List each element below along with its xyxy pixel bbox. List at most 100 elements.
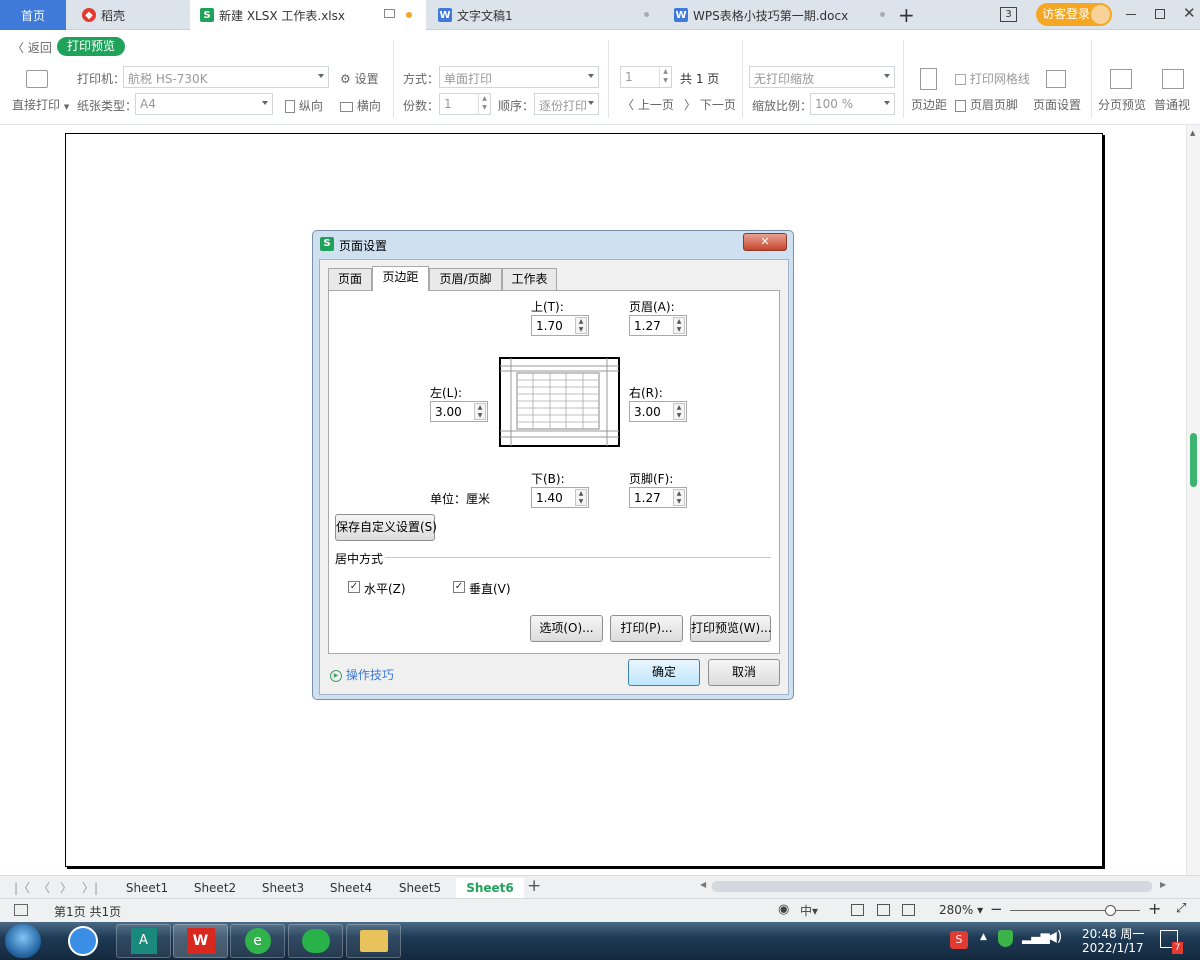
clock-date[interactable]: 2022/1/17: [1082, 941, 1144, 955]
ime-sogou-icon[interactable]: S: [950, 931, 968, 949]
print-preview-button[interactable]: 打印预览(W)...: [690, 615, 772, 642]
browser-app-icon[interactable]: [68, 926, 98, 956]
page-break-icon[interactable]: [1110, 69, 1132, 89]
page-break-preview-button[interactable]: 分页预览: [1098, 96, 1146, 113]
vertical-checkbox[interactable]: ✓: [453, 581, 465, 593]
sheet-tab[interactable]: Sheet5: [387, 878, 453, 898]
stepper-arrows-icon[interactable]: ▲ ▼: [659, 67, 671, 87]
tab-writer-doc[interactable]: W 文字文稿1: [430, 0, 662, 30]
left-margin-input[interactable]: 3.00 ▲ ▼: [430, 401, 488, 422]
zoom-percent[interactable]: 280% ▾: [939, 903, 983, 917]
close-icon[interactable]: ✕: [1183, 4, 1196, 22]
first-sheet-icon[interactable]: |〈: [14, 879, 30, 896]
copies-stepper[interactable]: 1 ▲ ▼: [439, 93, 491, 115]
portrait-button[interactable]: 纵向: [285, 97, 323, 114]
printer-icon[interactable]: [26, 70, 48, 88]
stepper-arrows-icon[interactable]: ▲ ▼: [575, 489, 587, 506]
page-layout-icon[interactable]: [877, 904, 890, 916]
next-page-button[interactable]: 〉 下一页: [684, 96, 736, 113]
status-icon[interactable]: [14, 904, 28, 916]
zoom-in-icon[interactable]: +: [1148, 899, 1161, 918]
window-count-badge[interactable]: 3: [1000, 7, 1017, 22]
back-button[interactable]: 〈 返回: [12, 39, 52, 56]
restore-icon[interactable]: [1155, 9, 1165, 19]
sheet-tab[interactable]: Sheet1: [114, 878, 180, 898]
horizontal-scrollbar[interactable]: [712, 881, 1152, 892]
page-setup-button[interactable]: 页面设置: [1033, 96, 1081, 113]
taskbar-app-autocad[interactable]: A: [116, 924, 171, 958]
tab-margins[interactable]: 页边距: [372, 266, 429, 291]
margins-icon[interactable]: [920, 68, 937, 90]
stepper-arrows-icon[interactable]: ▲ ▼: [673, 489, 685, 506]
zoom-slider[interactable]: [1010, 905, 1140, 916]
save-custom-button[interactable]: 保存自定义设置(S): [335, 514, 437, 541]
stepper-arrows-icon[interactable]: ▲ ▼: [474, 403, 486, 420]
page-setup-icon[interactable]: [1046, 70, 1066, 88]
next-sheet-icon[interactable]: 〉: [60, 879, 72, 896]
normal-view-icon[interactable]: [1162, 69, 1184, 89]
prev-page-button[interactable]: 〈 上一页: [622, 96, 674, 113]
volume-icon[interactable]: ◀): [1046, 929, 1062, 945]
tab-page[interactable]: 页面: [328, 268, 372, 290]
header-footer-button[interactable]: 页眉页脚: [955, 96, 1018, 113]
taskbar-app-green[interactable]: e: [230, 924, 285, 958]
dialog-close-button[interactable]: ✕: [743, 233, 787, 251]
footer-margin-input[interactable]: 1.27 ▲ ▼: [629, 487, 687, 508]
stepper-arrows-icon[interactable]: ▲ ▼: [673, 317, 685, 334]
cancel-button[interactable]: 取消: [708, 659, 780, 686]
taskbar-app-wechat[interactable]: [288, 924, 343, 958]
tab-xlsx[interactable]: S 新建 XLSX 工作表.xlsx: [190, 0, 426, 30]
options-button[interactable]: 选项(O)...: [530, 615, 603, 642]
security-shield-icon[interactable]: [998, 930, 1013, 947]
gridlines-checkbox[interactable]: 打印网格线: [955, 70, 1030, 87]
sheet-tab[interactable]: Sheet3: [250, 878, 316, 898]
start-button[interactable]: [5, 924, 41, 958]
settings-button[interactable]: ⚙ 设置: [340, 70, 379, 87]
direct-print-button[interactable]: 直接打印 ▼: [12, 96, 69, 113]
stepper-arrows-icon[interactable]: ▲ ▼: [673, 403, 685, 420]
right-margin-input[interactable]: 3.00 ▲ ▼: [629, 401, 687, 422]
stepper-arrows-icon[interactable]: ▲ ▼: [478, 94, 490, 114]
sheet-tab[interactable]: Sheet4: [318, 878, 384, 898]
tips-link[interactable]: ▶ 操作技巧: [330, 666, 394, 683]
order-select[interactable]: 逐份打印: [534, 93, 599, 115]
normal-view-icon[interactable]: [851, 904, 864, 916]
vertical-scrollbar[interactable]: ▲: [1186, 125, 1200, 875]
taskbar-app-wps[interactable]: W: [173, 924, 228, 958]
scale-select[interactable]: 无打印缩放: [749, 66, 895, 88]
method-select[interactable]: 单面打印: [439, 66, 599, 88]
header-margin-input[interactable]: 1.27 ▲ ▼: [629, 315, 687, 336]
zoom-slider-thumb[interactable]: [1105, 905, 1116, 916]
add-sheet-icon[interactable]: +: [527, 876, 541, 896]
print-button[interactable]: 打印(P)...: [610, 615, 683, 642]
minimize-icon[interactable]: [1126, 14, 1136, 15]
margins-button[interactable]: 页边距: [911, 96, 947, 113]
printer-select[interactable]: 航税 HS-730K: [123, 66, 329, 88]
scroll-thumb[interactable]: [1190, 433, 1197, 487]
horizontal-checkbox[interactable]: ✓: [348, 581, 360, 593]
sheet-tab-active[interactable]: Sheet6: [456, 878, 524, 898]
taskbar-app-explorer[interactable]: [346, 924, 401, 958]
eye-protect-icon[interactable]: ◉: [778, 902, 789, 917]
prev-sheet-icon[interactable]: 〈: [38, 879, 50, 896]
fullscreen-icon[interactable]: ⤢: [1176, 901, 1186, 916]
language-icon[interactable]: 中▾: [800, 902, 818, 919]
top-margin-input[interactable]: 1.70 ▲ ▼: [531, 315, 589, 336]
clock-time[interactable]: 20:48 周一: [1082, 925, 1144, 942]
bottom-margin-input[interactable]: 1.40 ▲ ▼: [531, 487, 589, 508]
tray-expand-icon[interactable]: ▲: [980, 932, 987, 942]
scroll-right-icon[interactable]: ▶: [1160, 880, 1166, 889]
zoom-out-icon[interactable]: −: [990, 900, 1003, 918]
screen-icon[interactable]: [384, 9, 395, 18]
stepper-arrows-icon[interactable]: ▲ ▼: [575, 317, 587, 334]
page-number-stepper[interactable]: 1 ▲ ▼: [620, 66, 672, 88]
paper-select[interactable]: A4: [135, 93, 273, 115]
tab-sheet[interactable]: 工作表: [502, 268, 557, 290]
last-sheet-icon[interactable]: 〉|: [82, 879, 98, 896]
ok-button[interactable]: 确定: [628, 659, 700, 686]
reading-view-icon[interactable]: [902, 904, 915, 916]
login-button[interactable]: 访客登录: [1036, 3, 1112, 26]
tab-docx[interactable]: W WPS表格小技巧第一期.docx: [666, 0, 896, 30]
scroll-left-icon[interactable]: ◀: [700, 880, 706, 889]
tab-header-footer[interactable]: 页眉/页脚: [429, 268, 502, 290]
